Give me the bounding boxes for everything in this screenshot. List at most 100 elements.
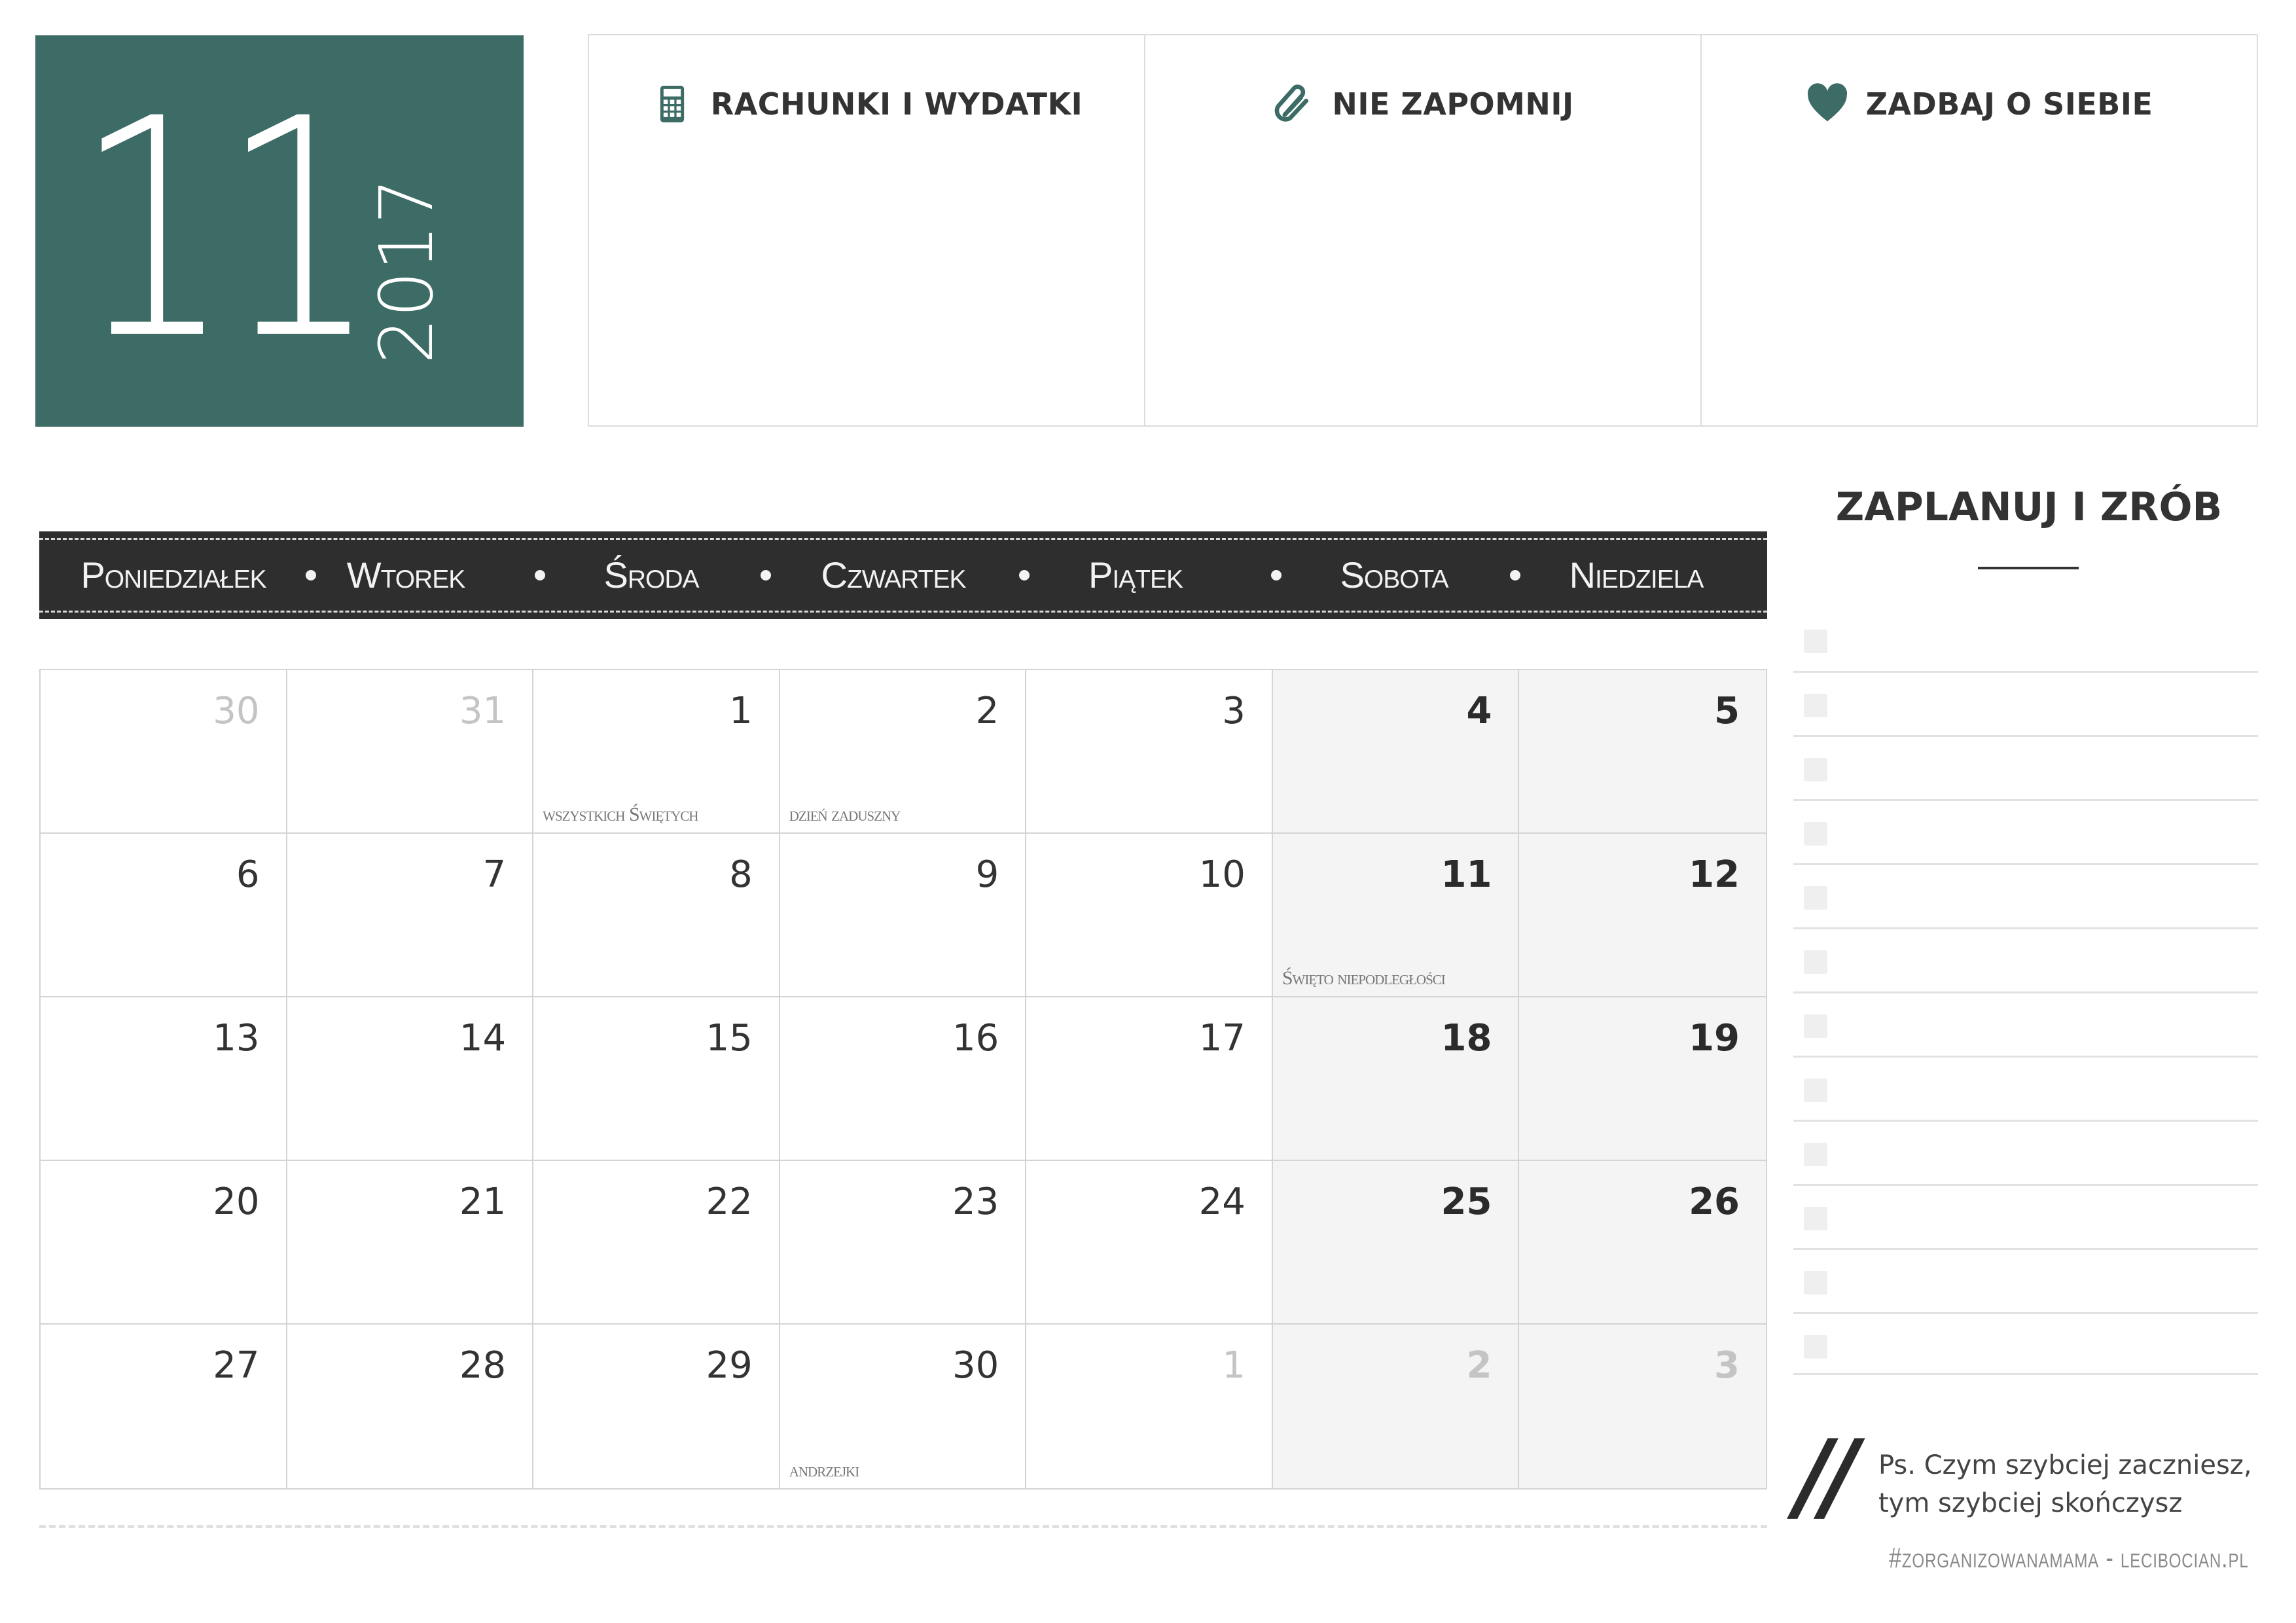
- day-cell[interactable]: 31: [287, 670, 534, 834]
- todo-item[interactable]: [1793, 673, 2258, 737]
- day-number: 20: [213, 1181, 260, 1223]
- todo-item[interactable]: [1793, 1122, 2258, 1186]
- quote-mark: //: [1795, 1418, 1857, 1533]
- weekday-thursday: Czwartek: [821, 554, 967, 596]
- weekday-wednesday: Środa: [603, 554, 699, 596]
- day-cell[interactable]: 7: [287, 834, 534, 997]
- day-cell[interactable]: 30 andrzejki: [780, 1325, 1027, 1488]
- box-dont-forget[interactable]: NIE ZAPOMNIJ: [1145, 35, 1702, 425]
- weekday-separator: [1019, 570, 1030, 580]
- day-number: 27: [213, 1344, 260, 1387]
- day-number: 10: [1198, 853, 1246, 896]
- day-cell[interactable]: 9: [780, 834, 1027, 997]
- day-cell[interactable]: 22: [533, 1161, 780, 1325]
- day-number: 26: [1689, 1181, 1740, 1223]
- day-cell[interactable]: 8: [533, 834, 780, 997]
- todo-checkbox[interactable]: [1804, 1207, 1827, 1230]
- todo-item[interactable]: [1793, 865, 2258, 929]
- day-cell[interactable]: 12: [1519, 834, 1766, 997]
- day-cell[interactable]: 30: [41, 670, 287, 834]
- todo-item[interactable]: [1793, 929, 2258, 993]
- day-number: 18: [1441, 1017, 1492, 1060]
- todo-item[interactable]: [1793, 1186, 2258, 1250]
- todo-title: ZAPLANUJ I ZRÓB: [1835, 484, 2223, 530]
- todo-item[interactable]: [1793, 993, 2258, 1058]
- day-number: 7: [482, 853, 507, 896]
- day-number: 12: [1689, 853, 1740, 896]
- day-cell[interactable]: 18: [1272, 997, 1520, 1161]
- weekday-separator: [1271, 570, 1282, 580]
- day-cell[interactable]: 17: [1026, 997, 1273, 1161]
- day-cell[interactable]: 11 Święto niepodległości: [1272, 834, 1520, 997]
- day-cell[interactable]: 23: [780, 1161, 1027, 1325]
- weekday-monday: Poniedziałek: [81, 554, 266, 596]
- todo-checkbox[interactable]: [1804, 1143, 1827, 1166]
- day-cell[interactable]: 1: [1026, 1325, 1273, 1488]
- todo-checkbox[interactable]: [1804, 1335, 1827, 1359]
- box-self-care[interactable]: ZADBAJ O SIEBIE: [1702, 35, 2257, 425]
- day-number: 8: [729, 853, 753, 896]
- weekday-banner: Poniedziałek Wtorek Środa Czwartek Piąte…: [39, 531, 1767, 619]
- day-cell[interactable]: 14: [287, 997, 534, 1161]
- todo-checkbox[interactable]: [1804, 1014, 1827, 1038]
- todo-checkbox[interactable]: [1804, 630, 1827, 653]
- todo-checkbox[interactable]: [1804, 758, 1827, 781]
- year-label: 2017: [365, 177, 450, 365]
- weekday-sunday: Niedziela: [1569, 554, 1704, 596]
- day-number: 1: [1222, 1344, 1246, 1387]
- todo-item[interactable]: [1793, 1250, 2258, 1314]
- day-cell[interactable]: 19: [1519, 997, 1766, 1161]
- day-number: 29: [706, 1344, 753, 1387]
- day-cell[interactable]: 2 dzień zaduszny: [780, 670, 1027, 834]
- paperclip-icon: [1275, 84, 1309, 122]
- day-cell[interactable]: 15: [533, 997, 780, 1161]
- day-cell[interactable]: 24: [1026, 1161, 1273, 1325]
- todo-item[interactable]: [1793, 609, 2258, 673]
- day-cell[interactable]: 21: [287, 1161, 534, 1325]
- weekday-separator: [535, 570, 545, 580]
- holiday-label: wszystkich Świętych: [543, 804, 698, 825]
- weekday-tuesday: Wtorek: [346, 554, 465, 596]
- day-number: 17: [1198, 1017, 1246, 1060]
- todo-item[interactable]: [1793, 737, 2258, 801]
- day-number: 16: [952, 1017, 999, 1060]
- day-number: 3: [1222, 690, 1246, 732]
- day-cell[interactable]: 5: [1519, 670, 1766, 834]
- box-self-care-title: ZADBAJ O SIEBIE: [1865, 86, 2153, 122]
- day-number: 28: [459, 1344, 507, 1387]
- day-cell[interactable]: 4: [1272, 670, 1520, 834]
- todo-checkbox[interactable]: [1804, 1271, 1827, 1294]
- day-cell[interactable]: 29: [533, 1325, 780, 1488]
- todo-checkbox[interactable]: [1804, 950, 1827, 974]
- todo-checkbox[interactable]: [1804, 822, 1827, 846]
- day-cell[interactable]: 2: [1272, 1325, 1520, 1488]
- todo-item[interactable]: [1793, 1058, 2258, 1122]
- day-cell[interactable]: 26: [1519, 1161, 1766, 1325]
- weekday-separator: [306, 570, 316, 580]
- weekday-separator: [1510, 570, 1520, 580]
- day-cell[interactable]: 1 wszystkich Świętych: [533, 670, 780, 834]
- day-cell[interactable]: 13: [41, 997, 287, 1161]
- todo-checkbox[interactable]: [1804, 886, 1827, 910]
- day-cell[interactable]: 25: [1272, 1161, 1520, 1325]
- todo-checkbox[interactable]: [1804, 1079, 1827, 1102]
- day-cell[interactable]: 20: [41, 1161, 287, 1325]
- todo-item[interactable]: [1793, 1314, 2258, 1375]
- day-cell[interactable]: 16: [780, 997, 1027, 1161]
- day-number: 21: [459, 1181, 507, 1223]
- todo-item[interactable]: [1793, 801, 2258, 865]
- day-number: 30: [213, 690, 260, 732]
- todo-checkbox[interactable]: [1804, 694, 1827, 717]
- day-cell[interactable]: 3: [1519, 1325, 1766, 1488]
- day-number: 24: [1198, 1181, 1246, 1223]
- day-cell[interactable]: 28: [287, 1325, 534, 1488]
- divider: [39, 1525, 1767, 1528]
- box-bills[interactable]: RACHUNKI I WYDATKI: [589, 35, 1145, 425]
- day-cell[interactable]: 10: [1026, 834, 1273, 997]
- day-number: 6: [236, 853, 260, 896]
- day-number: 3: [1714, 1344, 1740, 1387]
- day-cell[interactable]: 6: [41, 834, 287, 997]
- day-cell[interactable]: 27: [41, 1325, 287, 1488]
- footer-hashtag: #zorganizowanamama - lecibocian.pl: [1889, 1542, 2249, 1574]
- day-cell[interactable]: 3: [1026, 670, 1273, 834]
